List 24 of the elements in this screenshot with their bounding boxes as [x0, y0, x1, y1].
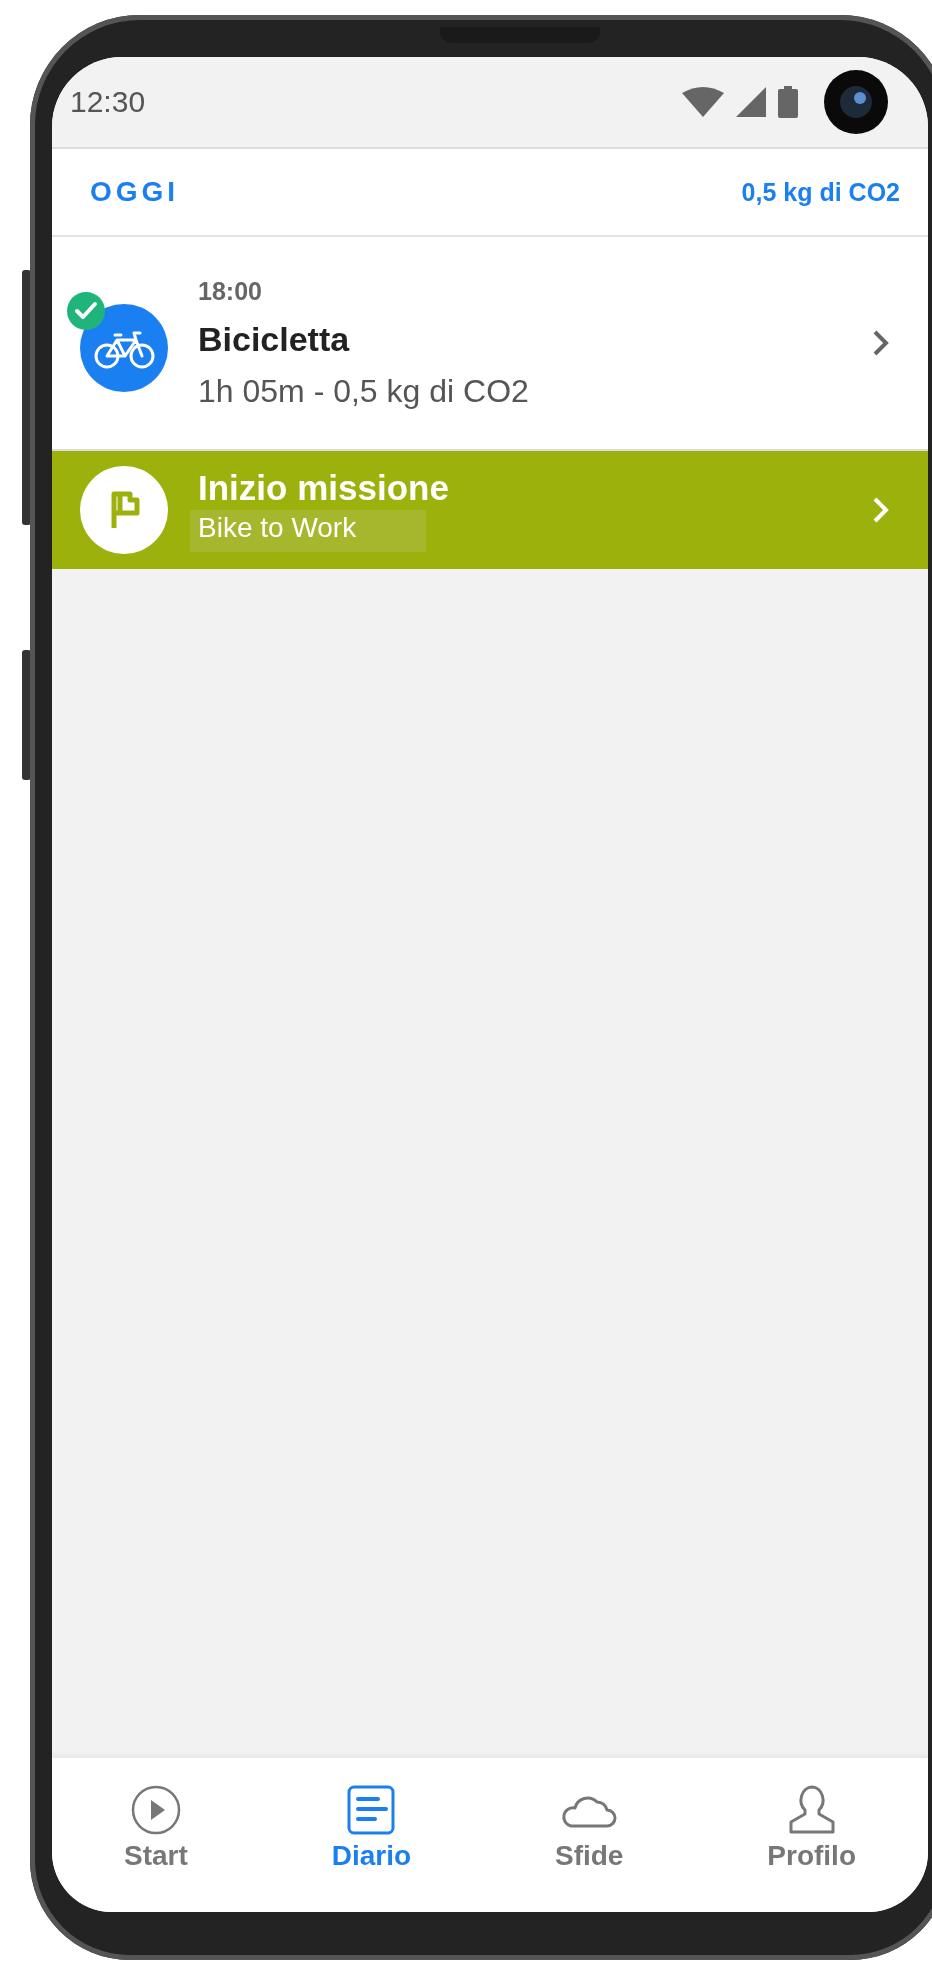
wifi-icon	[682, 87, 724, 117]
chevron-icon	[872, 329, 890, 357]
camera-lens-icon	[824, 70, 888, 134]
status-time: 12:30	[70, 85, 146, 119]
signal-icon	[736, 87, 766, 117]
trip-time: 18:00	[198, 276, 263, 306]
nav-tab[interactable]: Diario	[331, 1784, 412, 1872]
mission-banner[interactable]: Inizio missione Bike to Work	[52, 451, 928, 569]
day-total: 0,5 kg di CO2	[741, 177, 900, 207]
nav-tab[interactable]: Sfide	[554, 1784, 624, 1872]
trip-title: Bicicletta	[198, 319, 351, 359]
bicycle-icon	[80, 304, 168, 392]
trip-detail: 1h 05m - 0,5 kg di CO2	[198, 372, 530, 410]
mission-subtitle: Bike to Work	[190, 510, 427, 552]
flag-icon	[80, 466, 168, 554]
trip-row[interactable]: 18:00 Bicicletta 1h 05m - 0,5 kg di CO2	[52, 237, 928, 451]
play-icon	[129, 1784, 182, 1836]
mission-title: Inizio missione	[198, 468, 449, 508]
nav-tab[interactable]: Profilo	[767, 1784, 856, 1872]
document-icon	[345, 1784, 398, 1836]
chevron-icon	[872, 496, 890, 524]
nav-tab[interactable]: Start	[123, 1784, 188, 1872]
day-title: OGGI	[90, 176, 180, 208]
battery-icon	[778, 86, 798, 118]
